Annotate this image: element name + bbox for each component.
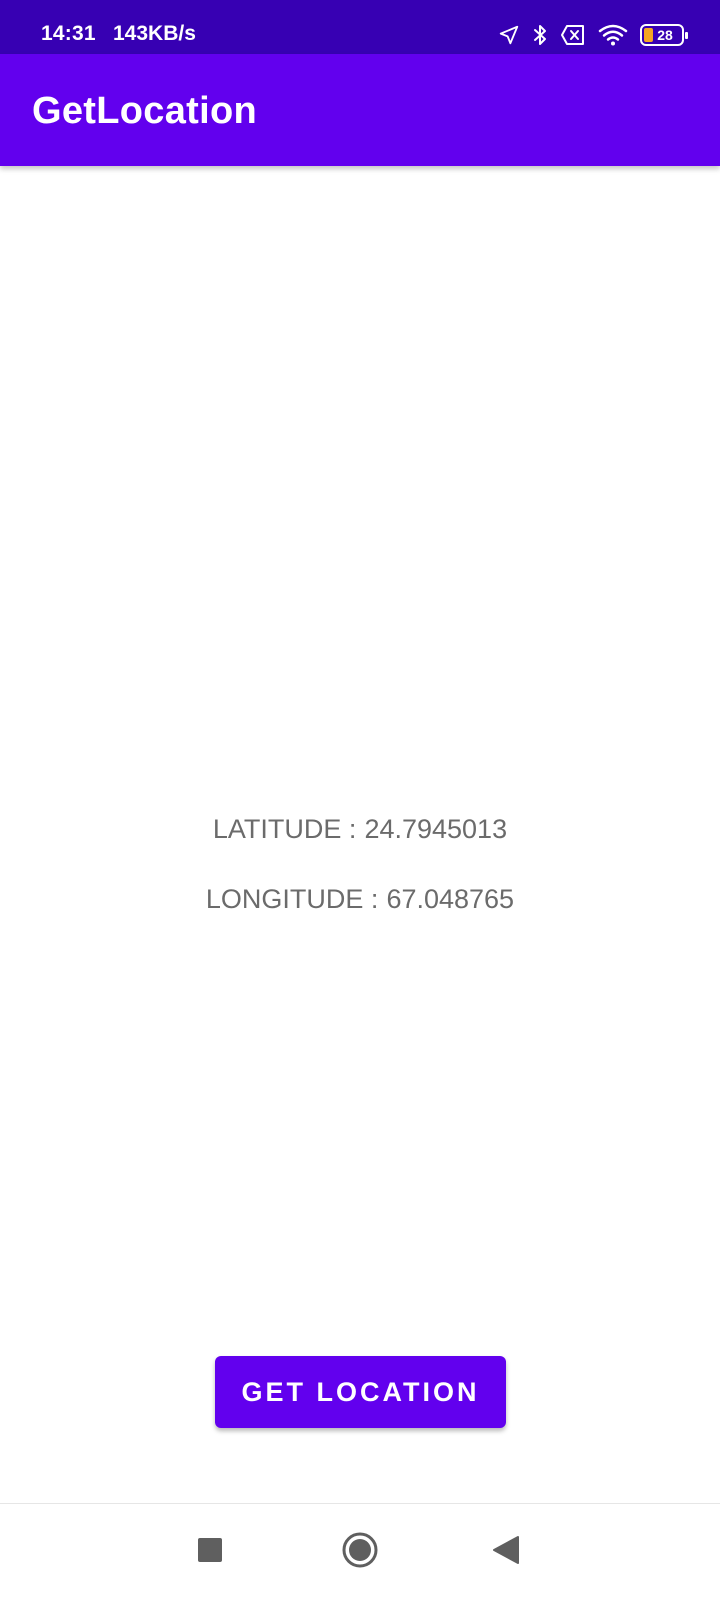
battery-icon: 28 bbox=[640, 24, 688, 46]
network-speed: 143KB/s bbox=[113, 22, 196, 45]
status-time: 14:31 bbox=[41, 22, 96, 45]
latitude-label: LATITUDE : bbox=[212, 814, 357, 844]
longitude-row: LONGITUDE : 67.048765 bbox=[0, 882, 720, 952]
location-display: LATITUDE : 24.7945013 LONGITUDE : 67.048… bbox=[0, 812, 720, 952]
home-icon bbox=[341, 1531, 379, 1574]
status-icons: 28 bbox=[498, 20, 688, 50]
bluetooth-icon bbox=[532, 23, 548, 47]
get-location-button[interactable]: GET LOCATION bbox=[215, 1356, 506, 1428]
back-button[interactable] bbox=[466, 1504, 546, 1600]
status-bar: 14:31 143KB/s 28 bbox=[0, 0, 720, 54]
back-icon bbox=[492, 1535, 520, 1570]
longitude-value: 67.048765 bbox=[386, 884, 515, 914]
sim-none-icon bbox=[560, 24, 586, 46]
wifi-icon bbox=[598, 23, 628, 47]
recents-button[interactable] bbox=[170, 1504, 250, 1600]
latitude-row: LATITUDE : 24.7945013 bbox=[0, 812, 720, 882]
home-button[interactable] bbox=[320, 1504, 400, 1600]
app-title: GetLocation bbox=[32, 90, 257, 132]
battery-level: 28 bbox=[657, 27, 673, 43]
navigation-bar bbox=[0, 1503, 720, 1600]
longitude-label: LONGITUDE : bbox=[205, 884, 379, 914]
recents-icon bbox=[196, 1536, 224, 1569]
location-icon bbox=[498, 24, 520, 46]
latitude-value: 24.7945013 bbox=[364, 814, 508, 844]
app-screen: 14:31 143KB/s 28 GetLocation LATITUDE: … bbox=[0, 0, 720, 1600]
app-bar: GetLocation bbox=[0, 54, 720, 166]
